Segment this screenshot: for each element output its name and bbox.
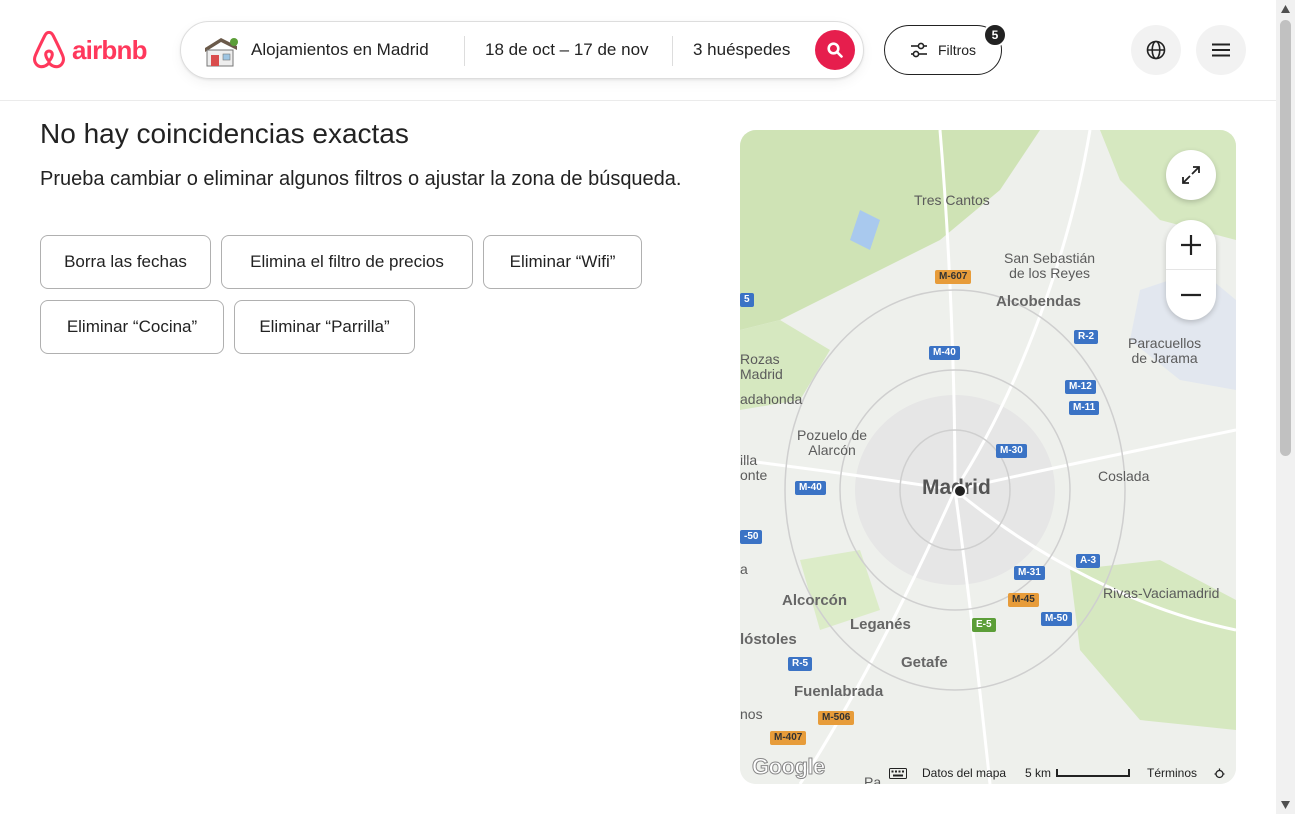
search-bar[interactable]: Alojamientos en Madrid 18 de oct – 17 de… — [180, 21, 864, 79]
road-shield: -50 — [740, 530, 763, 544]
road-shield: M-12 — [1065, 380, 1096, 394]
remove-price-filter-chip[interactable]: Elimina el filtro de precios — [221, 235, 473, 289]
dates-field[interactable]: 18 de oct – 17 de nov — [485, 40, 649, 60]
map[interactable]: Tres Cantos San Sebastián de los Reyes A… — [740, 130, 1236, 784]
no-results-subtitle: Prueba cambiar o eliminar algunos filtro… — [40, 168, 682, 190]
road-shield: E-5 — [972, 618, 996, 632]
scroll-thumb[interactable] — [1280, 20, 1291, 456]
map-scale-label[interactable]: 5 km — [1025, 766, 1051, 780]
header: airbnb Alojamientos en Madrid 18 de oct … — [0, 0, 1276, 101]
report-issue-icon[interactable] — [1214, 768, 1225, 779]
map-label-nos: nos — [740, 706, 763, 722]
divider — [464, 36, 465, 66]
map-label-majadahonda: adahonda — [740, 391, 803, 407]
location-field[interactable]: Alojamientos en Madrid — [251, 40, 429, 60]
road-shield: R-5 — [788, 657, 813, 671]
minus-icon — [1181, 293, 1201, 297]
map-label-paracuellos: Paracuellos de Jarama — [1128, 335, 1202, 366]
map-footer: Datos del mapa 5 km Términos — [740, 762, 1236, 784]
remove-grill-chip[interactable]: Eliminar “Parrilla” — [234, 300, 415, 354]
road-shield: M-607 — [935, 270, 972, 284]
map-label-coslada: Coslada — [1098, 468, 1150, 484]
road-shield: R-2 — [1074, 330, 1099, 344]
road-shield: M-40 — [929, 346, 960, 360]
map-label-mostoles: lóstoles — [740, 631, 797, 648]
page-scrollbar[interactable] — [1276, 0, 1295, 814]
road-shield: M-50 — [1041, 612, 1072, 626]
divider — [672, 36, 673, 66]
road-shield: A-3 — [1076, 554, 1101, 568]
globe-icon — [1146, 40, 1166, 60]
menu-button[interactable] — [1196, 25, 1246, 75]
zoom-out-button[interactable] — [1166, 270, 1216, 320]
map-label-san-sebastian: San Sebastián de los Reyes — [1004, 250, 1096, 281]
road-shield: M-407 — [770, 731, 807, 745]
map-terms-link[interactable]: Términos — [1147, 766, 1197, 780]
map-label-rozas: Rozas Madrid — [740, 351, 783, 382]
house-icon — [205, 38, 238, 67]
airbnb-wordmark: airbnb — [72, 34, 147, 65]
menu-icon — [1212, 43, 1230, 57]
map-label-tres-cantos: Tres Cantos — [914, 192, 990, 208]
scroll-down-arrow-icon[interactable] — [1280, 800, 1291, 810]
plus-icon — [1181, 234, 1201, 255]
map-label-alcorcon: Alcorcón — [782, 592, 848, 609]
search-icon — [827, 42, 843, 58]
airbnb-logo-icon — [33, 30, 65, 69]
map-label-getafe: Getafe — [901, 654, 948, 671]
road-shield: M-506 — [818, 711, 855, 725]
language-button[interactable] — [1131, 25, 1181, 75]
remove-kitchen-chip[interactable]: Eliminar “Cocina” — [40, 300, 224, 354]
road-shield: 5 — [740, 293, 754, 307]
expand-map-button[interactable] — [1166, 150, 1216, 200]
no-results-title: No hay coincidencias exactas — [40, 118, 409, 149]
map-data-link[interactable]: Datos del mapa — [922, 766, 1006, 780]
keyboard-icon[interactable] — [889, 768, 907, 779]
map-label-pozuelo: Pozuelo de Alarcón — [797, 427, 868, 458]
filters-count-badge: 5 — [983, 23, 1007, 47]
search-button[interactable] — [815, 30, 855, 70]
map-label-fuenlabrada: Fuenlabrada — [794, 683, 884, 700]
map-label-villaviciosa: illa onte — [740, 452, 768, 483]
filters-label: Filtros — [937, 42, 977, 58]
map-scale-bar — [1056, 769, 1130, 777]
clear-dates-chip[interactable]: Borra las fechas — [40, 235, 211, 289]
zoom-in-button[interactable] — [1166, 220, 1216, 270]
road-shield: M-45 — [1008, 593, 1039, 607]
zoom-controls — [1166, 220, 1216, 320]
road-shield: M-11 — [1069, 401, 1100, 415]
guests-field[interactable]: 3 huéspedes — [693, 40, 790, 60]
remove-wifi-chip[interactable]: Eliminar “Wifi” — [483, 235, 642, 289]
road-shield: M-31 — [1014, 566, 1045, 580]
map-label-alcobendas: Alcobendas — [996, 293, 1082, 310]
location-marker[interactable] — [953, 484, 967, 498]
map-label-a: a — [740, 561, 748, 577]
road-shield: M-30 — [996, 444, 1027, 458]
airbnb-logo[interactable]: airbnb — [30, 30, 147, 70]
map-label-rivas: Rivas-Vaciamadrid — [1103, 585, 1220, 601]
map-label-leganes: Leganés — [850, 616, 911, 633]
scroll-up-arrow-icon[interactable] — [1280, 4, 1291, 14]
filters-icon — [910, 42, 927, 58]
expand-icon — [1182, 166, 1200, 184]
road-shield: M-40 — [795, 481, 826, 495]
